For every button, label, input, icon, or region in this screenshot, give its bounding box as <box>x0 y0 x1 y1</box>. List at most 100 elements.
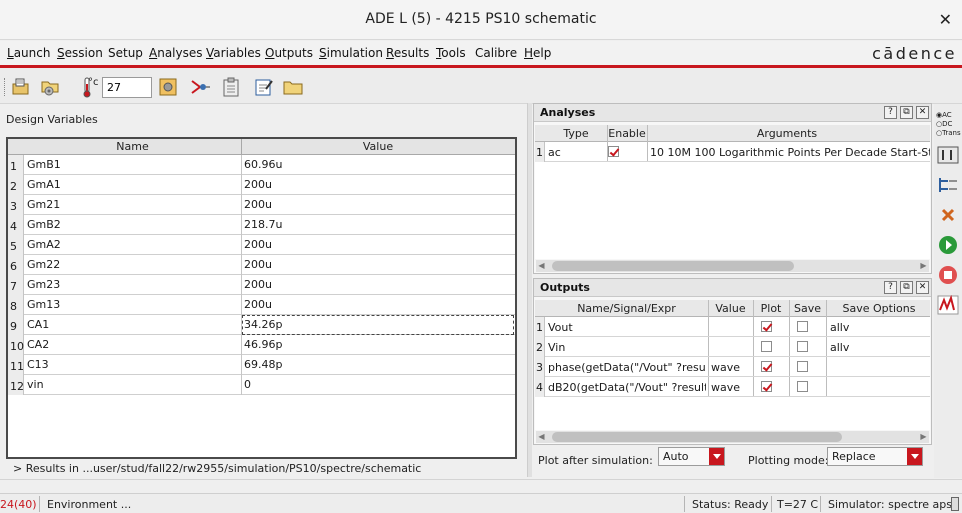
output-row[interactable]: 4 dB20(getData("/Vout" ?result... wave <box>535 377 930 397</box>
output-expression[interactable]: dB20(getData("/Vout" ?result... <box>548 381 706 394</box>
close-icon[interactable]: ✕ <box>939 10 952 29</box>
setup-simulator-icon[interactable] <box>157 76 179 98</box>
menu-help[interactable]: Help <box>524 46 551 60</box>
variable-name[interactable]: GmB2 <box>27 218 61 231</box>
variable-value[interactable]: 200u <box>244 178 272 191</box>
column-header-name-signal-expr[interactable]: Name/Signal/Expr <box>545 302 708 315</box>
column-header-plot[interactable]: Plot <box>753 302 789 315</box>
variable-value[interactable]: 200u <box>244 258 272 271</box>
load-state-icon[interactable] <box>40 76 62 98</box>
table-row[interactable]: 12 vin 0 <box>8 375 515 395</box>
analysis-row[interactable]: 1 ac 10 10M 100 Logarithmic Points Per D… <box>535 142 930 162</box>
save-checkbox[interactable] <box>797 341 808 352</box>
menu-setup[interactable]: Setup <box>108 46 143 60</box>
scroll-thumb[interactable] <box>552 432 842 442</box>
enable-checkbox[interactable] <box>608 146 619 157</box>
float-icon[interactable]: ⧉ <box>900 281 913 294</box>
variables-icon[interactable] <box>936 144 960 166</box>
analysis-type[interactable]: ac <box>548 146 561 159</box>
analysis-arguments[interactable]: 10 10M 100 Logarithmic Points Per Decade… <box>650 146 930 159</box>
variable-name[interactable]: C13 <box>27 358 49 371</box>
column-header-value[interactable]: Value <box>242 140 514 153</box>
plot-checkbox[interactable] <box>761 381 772 392</box>
outputs-hscrollbar[interactable]: ◀ ▶ <box>536 431 929 443</box>
variable-name[interactable]: GmA2 <box>27 238 61 251</box>
analyses-hscrollbar[interactable]: ◀ ▶ <box>536 260 929 272</box>
table-row[interactable]: 4 GmB2 218.7u <box>8 215 515 235</box>
variable-value[interactable]: 200u <box>244 238 272 251</box>
variable-name[interactable]: Gm22 <box>27 258 60 271</box>
temperature-input[interactable] <box>102 77 152 98</box>
output-expression[interactable]: phase(getData("/Vout" ?resul... <box>548 361 706 374</box>
table-row[interactable]: 3 Gm21 200u <box>8 195 515 215</box>
toolbar-grip[interactable] <box>4 78 6 96</box>
selected-cell[interactable] <box>242 315 514 335</box>
menu-session[interactable]: Session <box>57 46 103 60</box>
help-icon[interactable]: ? <box>884 106 897 119</box>
output-row[interactable]: 2 Vin allv <box>535 337 930 357</box>
variable-name[interactable]: GmA1 <box>27 178 61 191</box>
menu-analyses[interactable]: Analyses <box>149 46 203 60</box>
scroll-right-icon[interactable]: ▶ <box>918 431 929 443</box>
scroll-right-icon[interactable]: ▶ <box>918 260 929 272</box>
variable-value[interactable]: 46.96p <box>244 338 282 351</box>
column-header-value[interactable]: Value <box>708 302 753 315</box>
save-checkbox[interactable] <box>797 361 808 372</box>
plotting-mode-select[interactable]: Replace <box>827 447 923 466</box>
close-icon[interactable]: ✕ <box>916 281 929 294</box>
save-options[interactable]: allv <box>830 341 849 354</box>
variable-value[interactable]: 218.7u <box>244 218 282 231</box>
save-checkbox[interactable] <box>797 381 808 392</box>
output-expression[interactable]: Vout <box>548 321 706 334</box>
plot-checkbox[interactable] <box>761 341 772 352</box>
variable-name[interactable]: vin <box>27 378 44 391</box>
folder-icon[interactable] <box>282 76 304 98</box>
variable-name[interactable]: Gm21 <box>27 198 60 211</box>
scroll-left-icon[interactable]: ◀ <box>536 260 547 272</box>
column-header-type[interactable]: Type <box>545 127 607 140</box>
menu-tools[interactable]: Tools <box>436 46 466 60</box>
table-row[interactable]: 11 C13 69.48p <box>8 355 515 375</box>
save-options[interactable]: allv <box>830 321 849 334</box>
output-expression[interactable]: Vin <box>548 341 706 354</box>
delete-icon[interactable] <box>936 204 960 226</box>
variable-name[interactable]: GmB1 <box>27 158 61 171</box>
open-session-icon[interactable] <box>10 76 32 98</box>
column-header-save[interactable]: Save <box>789 302 826 315</box>
variable-value[interactable]: 200u <box>244 198 272 211</box>
analysis-type-selector[interactable]: ◉AC ○DC ○Trans <box>936 108 961 140</box>
table-row[interactable]: 2 GmA1 200u <box>8 175 515 195</box>
scroll-thumb[interactable] <box>552 261 794 271</box>
variable-value[interactable]: 60.96u <box>244 158 282 171</box>
menu-calibre[interactable]: Calibre <box>475 46 517 60</box>
variable-value[interactable]: 200u <box>244 278 272 291</box>
menu-launch[interactable]: Launch <box>7 46 50 60</box>
variable-value[interactable]: 69.48p <box>244 358 282 371</box>
close-icon[interactable]: ✕ <box>916 106 929 119</box>
plot-after-simulation-select[interactable]: Auto <box>658 447 725 466</box>
save-checkbox[interactable] <box>797 321 808 332</box>
stop-simulation-icon[interactable] <box>936 264 960 286</box>
clipboard-icon[interactable] <box>220 76 242 98</box>
plot-checkbox[interactable] <box>761 321 772 332</box>
table-row[interactable]: 10 CA2 46.96p <box>8 335 515 355</box>
help-icon[interactable]: ? <box>884 281 897 294</box>
column-header-arguments[interactable]: Arguments <box>647 127 927 140</box>
column-header-name[interactable]: Name <box>24 140 241 153</box>
menu-simulation[interactable]: Simulation <box>319 46 383 60</box>
scroll-left-icon[interactable]: ◀ <box>536 431 547 443</box>
variable-name[interactable]: Gm23 <box>27 278 60 291</box>
table-row[interactable]: 6 Gm22 200u <box>8 255 515 275</box>
table-row[interactable]: 8 Gm13 200u <box>8 295 515 315</box>
status-environment[interactable]: Environment ... <box>47 498 131 511</box>
outputs-setup-icon[interactable] <box>936 174 960 196</box>
edit-notes-icon[interactable] <box>253 76 275 98</box>
plot-outputs-icon[interactable] <box>936 294 960 316</box>
output-row[interactable]: 1 Vout allv <box>535 317 930 337</box>
netlist-icon[interactable] <box>189 76 211 98</box>
pane-splitter[interactable] <box>527 103 532 477</box>
table-row[interactable]: 7 Gm23 200u <box>8 275 515 295</box>
table-row[interactable]: 9 CA1 34.26p <box>8 315 515 335</box>
menu-outputs[interactable]: Outputs <box>265 46 313 60</box>
table-row[interactable]: 5 GmA2 200u <box>8 235 515 255</box>
